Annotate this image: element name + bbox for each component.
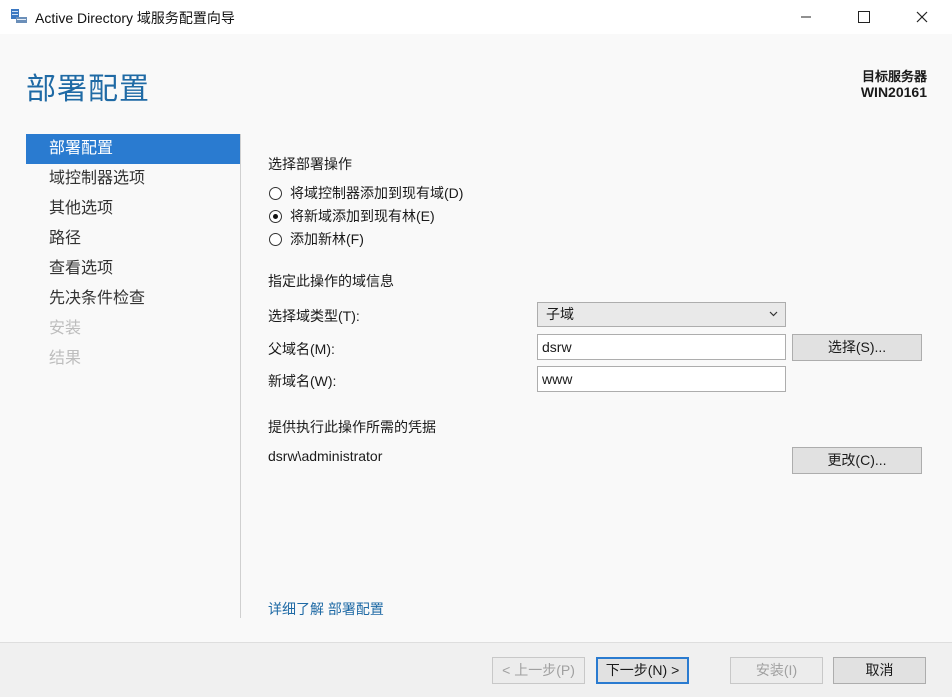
nav-item-dc-options[interactable]: 域控制器选项 [26, 164, 240, 194]
nav-divider [240, 134, 241, 618]
close-icon [916, 11, 928, 23]
server-manager-icon [11, 9, 27, 23]
domain-info-heading: 指定此操作的域信息 [268, 273, 394, 289]
nav-item-results: 结果 [49, 350, 82, 367]
maximize-button[interactable] [835, 0, 893, 34]
nav-item-deployment-config[interactable]: 部署配置 [26, 134, 240, 164]
cancel-button[interactable]: 取消 [833, 657, 926, 684]
maximize-icon [858, 11, 870, 23]
radio-label: 将域控制器添加到现有域(D) [290, 185, 464, 201]
previous-button[interactable]: < 上一步(P) [492, 657, 585, 684]
radio-button[interactable] [269, 186, 282, 200]
credentials-user: dsrw\administrator [268, 448, 383, 464]
minimize-icon [801, 16, 811, 18]
nav-item-prereq-check[interactable]: 先决条件检查 [26, 284, 240, 314]
nav-item-review-options[interactable]: 查看选项 [26, 254, 240, 284]
domain-type-value: 子域 [546, 306, 574, 322]
target-server-value: WIN20161 [860, 84, 927, 100]
radio-button-selected[interactable] [269, 209, 282, 223]
close-button[interactable] [893, 0, 951, 34]
radio-add-new-forest[interactable]: 添加新林(F) [269, 229, 364, 249]
nav-item-install: 安装 [49, 320, 82, 337]
deploy-operation-heading: 选择部署操作 [268, 156, 352, 172]
chevron-down-icon [769, 311, 778, 317]
next-button[interactable]: 下一步(N) > [596, 657, 689, 684]
window-title: Active Directory 域服务配置向导 [35, 10, 235, 26]
new-domain-label: 新域名(W): [268, 373, 337, 389]
install-button[interactable]: 安装(I) [730, 657, 823, 684]
nav-item-paths[interactable]: 路径 [26, 224, 240, 254]
page-title: 部署配置 [26, 73, 150, 106]
radio-button[interactable] [269, 232, 282, 246]
radio-label: 将新域添加到现有林(E) [290, 208, 435, 224]
radio-add-domain-existing-forest[interactable]: 将新域添加到现有林(E) [269, 206, 435, 226]
target-server-label: 目标服务器 [861, 69, 927, 84]
radio-add-dc-existing-domain[interactable]: 将域控制器添加到现有域(D) [269, 183, 463, 203]
credentials-heading: 提供执行此操作所需的凭据 [268, 419, 436, 435]
parent-domain-input[interactable]: dsrw [537, 334, 786, 360]
select-parent-domain-button[interactable]: 选择(S)... [792, 334, 922, 361]
nav-item-additional-options[interactable]: 其他选项 [26, 194, 240, 224]
parent-domain-label: 父域名(M): [268, 341, 335, 357]
domain-type-label: 选择域类型(T): [268, 308, 360, 324]
wizard-nav: 部署配置 域控制器选项 其他选项 路径 查看选项 先决条件检查 安装 结果 [26, 134, 240, 374]
change-credentials-button[interactable]: 更改(C)... [792, 447, 922, 474]
minimize-button[interactable] [777, 0, 835, 34]
learn-more-link[interactable]: 详细了解 部署配置 [268, 599, 384, 619]
title-bar: Active Directory 域服务配置向导 [0, 0, 952, 34]
domain-type-select[interactable]: 子域 [537, 302, 786, 327]
radio-label: 添加新林(F) [290, 231, 364, 247]
new-domain-input[interactable]: www [537, 366, 786, 392]
